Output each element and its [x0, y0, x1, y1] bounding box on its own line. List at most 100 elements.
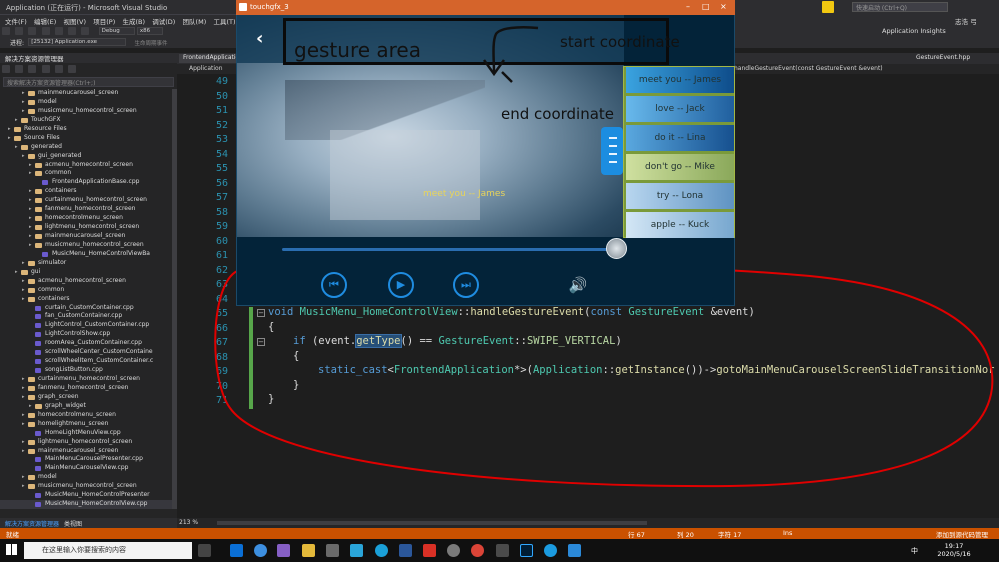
expand-arrow-icon[interactable]: ▸	[29, 223, 32, 232]
touchgfx-icon[interactable]	[568, 544, 581, 557]
tab-gesture-event-hpp[interactable]: GestureEvent.hpp	[912, 54, 974, 63]
progress-slider-knob[interactable]	[606, 238, 627, 259]
terminal-icon[interactable]	[496, 544, 509, 557]
expand-arrow-icon[interactable]: ▸	[22, 447, 25, 456]
undo-icon[interactable]	[68, 27, 77, 35]
tree-item[interactable]: FrontendApplicationBase.cpp	[0, 178, 172, 187]
next-track-button[interactable]: ⏭	[453, 272, 479, 298]
expand-arrow-icon[interactable]: ▸	[22, 411, 25, 420]
zoom-level[interactable]: 213 %	[179, 519, 198, 526]
playlist-drag-handle[interactable]	[601, 127, 623, 175]
expand-arrow-icon[interactable]: ▸	[8, 125, 11, 134]
messenger-icon[interactable]	[375, 544, 388, 557]
expand-arrow-icon[interactable]: ▸	[22, 89, 25, 98]
tree-item[interactable]: ▸ model	[0, 98, 172, 107]
expand-arrow-icon[interactable]: ▸	[29, 214, 32, 223]
sync-icon[interactable]	[15, 65, 24, 73]
properties-icon[interactable]	[68, 65, 77, 73]
expand-arrow-icon[interactable]: ▸	[15, 116, 18, 125]
tree-item[interactable]: MainMenuCarouselView.cpp	[0, 464, 172, 473]
file-explorer-icon[interactable]	[302, 544, 315, 557]
playlist-item[interactable]: apple -- Kuck	[626, 212, 734, 238]
visual-studio-icon[interactable]	[277, 544, 290, 557]
tree-item[interactable]: ▸ homelightmenu_screen	[0, 420, 172, 429]
save-icon[interactable]	[54, 27, 63, 35]
pdf-app-icon[interactable]	[423, 544, 436, 557]
tree-item[interactable]: ▸ fanmenu_homecontrol_screen	[0, 205, 172, 214]
tree-item[interactable]: ▸ fanmenu_homecontrol_screen	[0, 384, 172, 393]
tree-item[interactable]: ▸ musicmenu_homecontrol_screen	[0, 107, 172, 116]
edge-icon[interactable]	[230, 544, 243, 557]
tree-item[interactable]: ▸ lightmenu_homecontrol_screen	[0, 223, 172, 232]
expand-arrow-icon[interactable]: ▸	[22, 259, 25, 268]
application-insights-button[interactable]: Application Insights	[882, 27, 946, 35]
collapse-all-icon[interactable]	[41, 65, 50, 73]
tree-item[interactable]: ▸ graph_screen	[0, 393, 172, 402]
taskbar-clock[interactable]: 19:17 2020/5/16	[932, 542, 976, 558]
tree-item[interactable]: fan_CustomContainer.cpp	[0, 312, 172, 321]
tree-item[interactable]: HomeLightMenuView.cpp	[0, 429, 172, 438]
tree-item[interactable]: MainMenuCarouselPresenter.cpp	[0, 455, 172, 464]
forward-nav-icon[interactable]	[15, 27, 24, 35]
tree-item[interactable]: ▸ gui_generated	[0, 152, 172, 161]
refresh-icon[interactable]	[28, 65, 37, 73]
tab-class-view[interactable]: 类视图	[64, 519, 82, 528]
tree-item[interactable]: LightControlShow.cpp	[0, 330, 172, 339]
redo-icon[interactable]	[81, 27, 90, 35]
menu-view[interactable]: 视图(V)	[63, 16, 86, 26]
tab-solution-explorer[interactable]: 解决方案资源管理器	[5, 519, 59, 528]
tree-item[interactable]: ▸ homecontrolmenu_screen	[0, 214, 172, 223]
tree-item[interactable]: ▸ containers	[0, 295, 172, 304]
user-name[interactable]: 志浩 弓	[955, 16, 977, 26]
menu-debug[interactable]: 调试(D)	[152, 16, 175, 26]
back-nav-icon[interactable]	[2, 27, 10, 35]
tree-item[interactable]: ▸ common	[0, 286, 172, 295]
previous-track-button[interactable]: ⏮	[321, 272, 347, 298]
minimize-icon[interactable]: –	[686, 2, 690, 11]
tree-item[interactable]: ▸ mainmenucarousel_screen	[0, 447, 172, 456]
tree-item[interactable]: ▸ acmenu_homecontrol_screen	[0, 161, 172, 170]
horizontal-scrollbar[interactable]	[217, 521, 647, 525]
tree-item[interactable]: ▸ gui	[0, 268, 172, 277]
tree-item[interactable]: scrollWheelCenter_CustomContaine	[0, 348, 172, 357]
expand-arrow-icon[interactable]: ▸	[22, 286, 25, 295]
tree-item[interactable]: roomArea_CustomContainer.cpp	[0, 339, 172, 348]
menu-file[interactable]: 文件(F)	[5, 16, 27, 26]
expand-arrow-icon[interactable]: ▸	[29, 232, 32, 241]
misc-app-icon[interactable]	[447, 544, 460, 557]
expand-arrow-icon[interactable]: ▸	[29, 187, 32, 196]
expand-arrow-icon[interactable]: ▸	[29, 402, 32, 411]
expand-arrow-icon[interactable]: ▸	[22, 277, 25, 286]
playlist-item[interactable]: don't go -- Mike	[626, 154, 734, 180]
config-select[interactable]: Debug	[98, 27, 135, 35]
tree-item[interactable]: MusicMenu_HomeControlPresenter	[0, 491, 172, 500]
expand-arrow-icon[interactable]: ▸	[22, 375, 25, 384]
expand-arrow-icon[interactable]: ▸	[29, 196, 32, 205]
taskbar-search-input[interactable]: 在这里输入你要搜索的内容	[24, 542, 192, 559]
expand-arrow-icon[interactable]: ▸	[29, 169, 32, 178]
menu-tools[interactable]: 工具(T)	[213, 16, 235, 26]
tree-item[interactable]: ▸ generated	[0, 143, 172, 152]
show-all-icon[interactable]	[54, 65, 63, 73]
calculator-icon[interactable]	[326, 544, 339, 557]
tree-item[interactable]: songListButton.cpp	[0, 366, 172, 375]
process-select[interactable]: [25132] Application.exe	[28, 38, 127, 46]
expand-arrow-icon[interactable]: ▸	[15, 143, 18, 152]
tree-item[interactable]: ▸ containers	[0, 187, 172, 196]
new-item-icon[interactable]	[28, 27, 37, 35]
quick-launch-input[interactable]: 快速启动 (Ctrl+Q)	[852, 2, 948, 12]
progress-slider-track[interactable]	[282, 248, 616, 251]
playlist-item[interactable]: try -- Lona	[626, 183, 734, 209]
nav-member-select[interactable]: handleGestureEvent(const GestureEvent &e…	[734, 65, 883, 72]
blue-app-icon[interactable]	[544, 544, 557, 557]
tree-item[interactable]: ▸ homecontrolmenu_screen	[0, 411, 172, 420]
tree-item[interactable]: ▸ graph_widget	[0, 402, 172, 411]
expand-arrow-icon[interactable]: ▸	[22, 384, 25, 393]
expand-arrow-icon[interactable]: ▸	[22, 438, 25, 447]
expand-arrow-icon[interactable]: ▸	[8, 134, 11, 143]
menu-project[interactable]: 项目(P)	[93, 16, 115, 26]
expand-arrow-icon[interactable]: ▸	[22, 482, 25, 491]
expand-arrow-icon[interactable]: ▸	[22, 393, 25, 402]
expand-arrow-icon[interactable]: ▸	[29, 161, 32, 170]
tree-item[interactable]: curtain_CustomContainer.cpp	[0, 304, 172, 313]
